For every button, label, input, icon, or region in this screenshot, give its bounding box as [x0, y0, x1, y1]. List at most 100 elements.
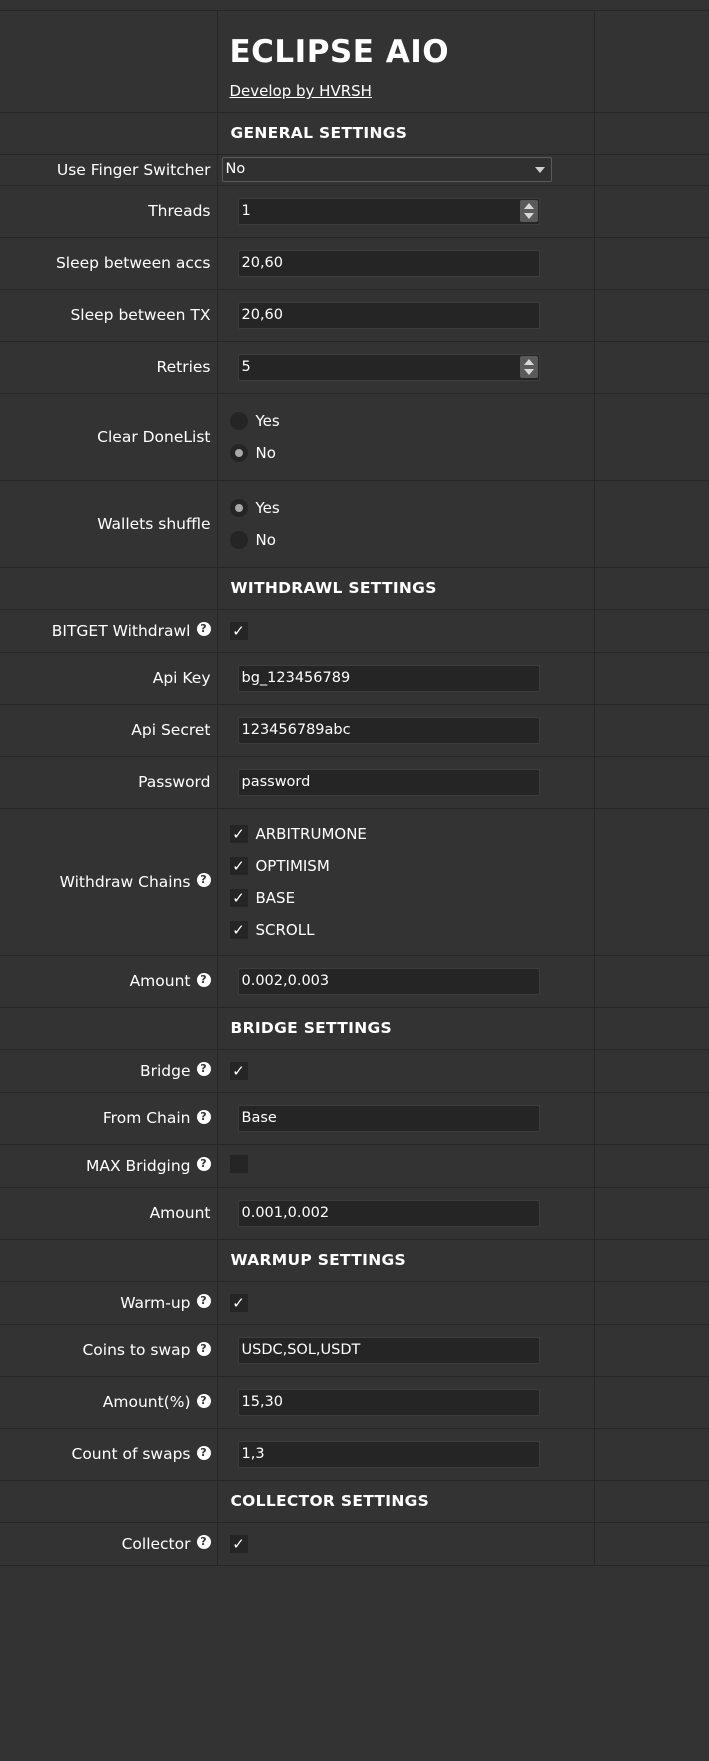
field-label: BITGET Withdrawl — [51, 621, 191, 640]
field-label: Bridge — [139, 1061, 191, 1080]
spin-up-icon[interactable] — [523, 358, 534, 365]
row-wallets-shuffle: Wallets shuffle Yes No — [0, 480, 709, 568]
chain-checkbox[interactable]: ✓ — [229, 824, 248, 843]
help-icon[interactable]: ? — [196, 1109, 211, 1124]
radio-button[interactable] — [229, 530, 248, 549]
chain-checkbox[interactable]: ✓ — [229, 920, 248, 939]
row-bridge-amount: Amount — [0, 1187, 709, 1240]
section-heading: WITHDRAWL SETTINGS — [230, 579, 437, 597]
row-api-key: Api Key — [0, 652, 709, 705]
row-bridge: Bridge? ✓ — [0, 1049, 709, 1093]
row-max-bridging: MAX Bridging? — [0, 1144, 709, 1188]
row-retries: Retries — [0, 341, 709, 394]
help-icon[interactable]: ? — [196, 873, 211, 887]
help-icon[interactable]: ? — [196, 972, 211, 987]
field-label: Sleep between TX — [70, 306, 211, 324]
bridge-amount-input[interactable] — [237, 1199, 540, 1227]
radio-option-yes[interactable]: Yes — [229, 405, 594, 437]
help-icon[interactable]: ? — [196, 1445, 211, 1460]
field-label: Threads — [148, 202, 211, 220]
option-label: OPTIMISM — [255, 856, 330, 875]
field-label: Amount — [149, 1204, 211, 1222]
row-from-chain: From Chain? — [0, 1092, 709, 1145]
help-icon[interactable]: ? — [196, 1535, 211, 1549]
radio-option-no[interactable]: No — [229, 437, 594, 469]
section-heading: COLLECTOR SETTINGS — [230, 1492, 430, 1510]
from-chain-input[interactable] — [237, 1104, 540, 1132]
top-bar — [0, 0, 709, 11]
section-bridge: BRIDGE SETTINGS — [0, 1007, 709, 1050]
option-label: No — [255, 443, 276, 462]
field-label: Clear DoneList — [97, 427, 211, 446]
radio-button[interactable] — [229, 443, 248, 462]
radio-button[interactable] — [229, 411, 248, 430]
spin-down-icon[interactable] — [523, 212, 534, 219]
option-label: No — [255, 530, 276, 549]
field-label: Warm-up — [120, 1293, 191, 1312]
bitget-checkbox[interactable]: ✓ — [229, 621, 248, 640]
option-label: Yes — [255, 411, 280, 430]
bridge-checkbox[interactable]: ✓ — [229, 1061, 248, 1080]
field-label: From Chain — [102, 1109, 191, 1127]
warmup-checkbox[interactable]: ✓ — [229, 1293, 248, 1312]
sleep-tx-input[interactable] — [237, 301, 540, 329]
row-finger-switcher: Use Finger Switcher No — [0, 154, 709, 186]
spin-down-icon[interactable] — [523, 368, 534, 375]
radio-option-yes[interactable]: Yes — [229, 492, 594, 524]
chain-option[interactable]: ✓ OPTIMISM — [229, 850, 594, 882]
section-collector: COLLECTOR SETTINGS — [0, 1480, 709, 1523]
chain-option[interactable]: ✓ ARBITRUMONE — [229, 818, 594, 850]
api-key-input[interactable] — [237, 664, 540, 692]
row-password: Password — [0, 756, 709, 809]
section-general: GENERAL SETTINGS — [0, 112, 709, 155]
finger-switcher-select[interactable]: No — [221, 157, 552, 182]
row-threads: Threads — [0, 185, 709, 238]
coins-to-swap-input[interactable] — [237, 1336, 540, 1364]
spin-up-icon[interactable] — [523, 202, 534, 209]
select-value: No — [225, 161, 246, 177]
help-icon[interactable]: ? — [196, 1062, 211, 1076]
help-icon[interactable]: ? — [196, 1393, 211, 1408]
help-icon[interactable]: ? — [196, 1157, 211, 1171]
threads-input[interactable] — [237, 197, 540, 225]
settings-form: ECLIPSE AIO Develop by HVRSH GENERAL SET… — [0, 11, 709, 1566]
row-clear-donelist: Clear DoneList Yes No — [0, 393, 709, 481]
field-label: Password — [138, 773, 211, 791]
max-bridging-checkbox[interactable] — [229, 1154, 248, 1173]
author-link[interactable]: Develop by HVRSH — [230, 82, 372, 100]
sleep-accs-input[interactable] — [237, 249, 540, 277]
threads-stepper[interactable] — [237, 197, 540, 225]
chain-option[interactable]: ✓ BASE — [229, 882, 594, 914]
row-collector: Collector? ✓ — [0, 1522, 709, 1566]
amount-pct-input[interactable] — [237, 1388, 540, 1416]
row-amount-pct: Amount(%)? — [0, 1376, 709, 1429]
chain-checkbox[interactable]: ✓ — [229, 856, 248, 875]
spinner-buttons[interactable] — [519, 199, 538, 222]
option-label: ARBITRUMONE — [255, 824, 367, 843]
password-input[interactable] — [237, 768, 540, 796]
field-label: Wallets shuffle — [97, 514, 211, 533]
api-secret-input[interactable] — [237, 716, 540, 744]
spinner-buttons[interactable] — [519, 355, 538, 378]
row-withdraw-amount: Amount? — [0, 955, 709, 1008]
row-sleep-accs: Sleep between accs — [0, 237, 709, 290]
count-swaps-input[interactable] — [237, 1440, 540, 1468]
field-label: Withdraw Chains — [59, 872, 191, 891]
field-label: Api Key — [152, 669, 211, 687]
field-label: Amount — [129, 972, 191, 990]
row-sleep-tx: Sleep between TX — [0, 289, 709, 342]
help-icon[interactable]: ? — [196, 622, 211, 636]
retries-stepper[interactable] — [237, 353, 540, 381]
collector-checkbox[interactable]: ✓ — [229, 1534, 248, 1553]
chain-checkbox[interactable]: ✓ — [229, 888, 248, 907]
help-icon[interactable]: ? — [196, 1294, 211, 1308]
withdraw-amount-input[interactable] — [237, 967, 540, 995]
retries-input[interactable] — [237, 353, 540, 381]
chain-option[interactable]: ✓ SCROLL — [229, 914, 594, 946]
help-icon[interactable]: ? — [196, 1341, 211, 1356]
app-title: ECLIPSE AIO — [229, 34, 450, 71]
radio-button[interactable] — [229, 498, 248, 517]
row-count-swaps: Count of swaps? — [0, 1428, 709, 1481]
radio-option-no[interactable]: No — [229, 524, 594, 556]
section-heading: WARMUP SETTINGS — [230, 1251, 406, 1269]
